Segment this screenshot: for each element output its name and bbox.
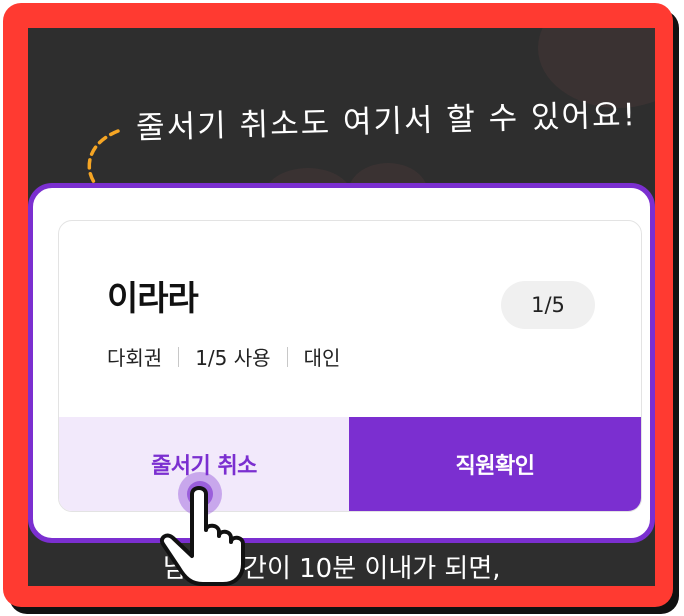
ticket-card-highlight: 이라라 1/5 다회권 1/5 사용 대인 줄서기 취소 직원확인	[28, 183, 655, 543]
pointing-hand-icon	[160, 472, 245, 586]
ticket-usage: 1/5 사용	[195, 346, 271, 370]
highlight-frame: 줄서기 취소도 여기서 할 수 있어요! 이라라 1/5 다회권 1/5 사용 …	[3, 3, 673, 607]
divider	[178, 346, 180, 367]
ticket-age-group: 대인	[303, 346, 341, 370]
staff-confirm-button[interactable]: 직원확인	[349, 417, 641, 511]
annotation-hint-text: 줄서기 취소도 여기서 할 수 있어요!	[135, 97, 638, 147]
ticket-type: 다회권	[107, 346, 163, 370]
app-screen: 줄서기 취소도 여기서 할 수 있어요! 이라라 1/5 다회권 1/5 사용 …	[28, 28, 655, 586]
divider	[286, 346, 288, 367]
ticket-holder-name: 이라라	[107, 279, 199, 319]
ticket-meta: 다회권 1/5 사용 대인	[107, 342, 340, 371]
usage-count-badge: 1/5	[501, 281, 595, 329]
